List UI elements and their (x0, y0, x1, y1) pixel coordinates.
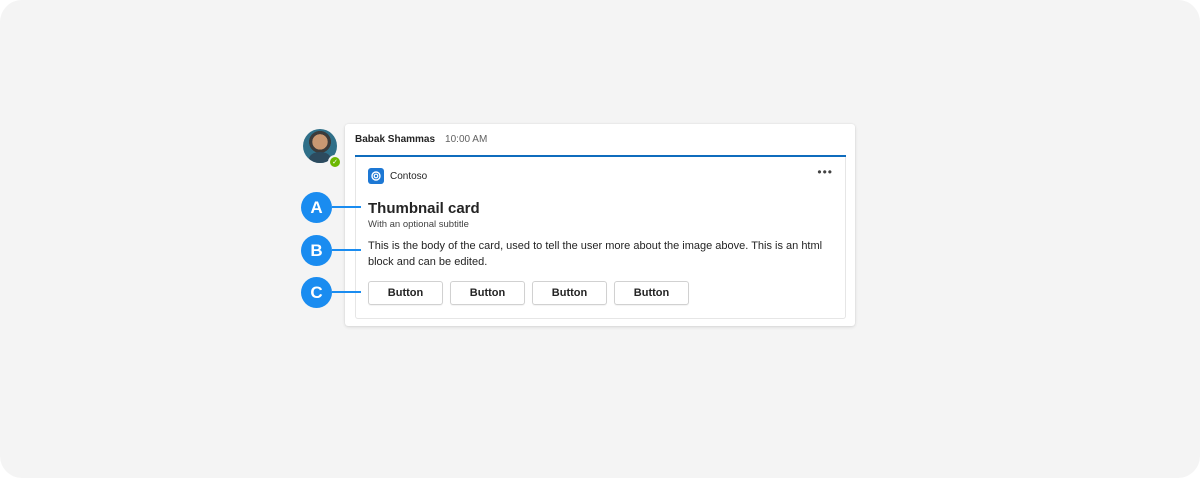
message-timestamp: 10:00 AM (445, 134, 488, 145)
card-actions: Button Button Button Button (368, 281, 689, 305)
message-header: Babak Shammas 10:00 AM (355, 134, 487, 145)
callout-a-badge: A (301, 192, 332, 223)
card-title: Thumbnail card (368, 200, 480, 217)
card-body: This is the body of the card, used to te… (368, 240, 823, 268)
canvas-background: ✓ Babak Shammas 10:00 AM Contoso ••• Thu… (0, 0, 1200, 478)
presence-available-icon: ✓ (328, 155, 342, 169)
message-container: Babak Shammas 10:00 AM Contoso ••• Thumb… (345, 124, 855, 326)
contoso-logo-icon (368, 168, 384, 184)
thumbnail-card: Contoso ••• Thumbnail card With an optio… (355, 157, 846, 319)
card-action-button-2[interactable]: Button (450, 281, 525, 305)
card-action-button-3[interactable]: Button (532, 281, 607, 305)
card-action-button-4[interactable]: Button (614, 281, 689, 305)
card-action-button-1[interactable]: Button (368, 281, 443, 305)
card-app-header: Contoso (368, 168, 427, 184)
callout-c-connector (332, 291, 361, 293)
more-options-icon[interactable]: ••• (817, 165, 833, 179)
sender-name: Babak Shammas (355, 134, 436, 145)
callout-c-badge: C (301, 277, 332, 308)
callout-a-connector (332, 206, 361, 208)
callout-b-connector (332, 249, 361, 251)
callout-b-badge: B (301, 235, 332, 266)
app-name: Contoso (390, 170, 428, 182)
card-subtitle: With an optional subtitle (368, 219, 469, 230)
